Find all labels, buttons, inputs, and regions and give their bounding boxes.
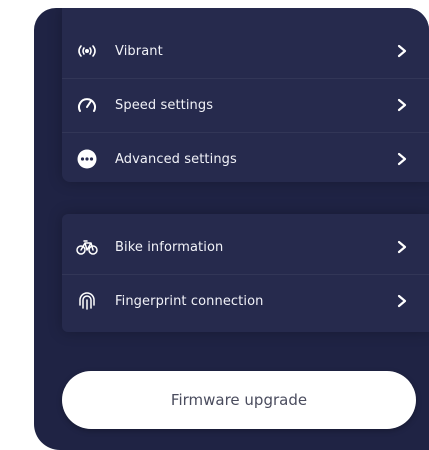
firmware-upgrade-button[interactable]: Firmware upgrade — [62, 371, 416, 429]
chevron-right-icon — [397, 44, 407, 58]
chevron-right-icon — [397, 98, 407, 112]
row-fingerprint-connection[interactable]: Fingerprint connection — [62, 274, 429, 328]
row-speed-settings[interactable]: Speed settings — [62, 78, 429, 132]
chevron-right-icon — [397, 294, 407, 308]
row-label-advanced-settings: Advanced settings — [115, 151, 237, 167]
firmware-upgrade-label: Firmware upgrade — [170, 391, 308, 409]
more-options-icon — [76, 148, 98, 170]
row-vibrant[interactable]: Vibrant — [62, 24, 429, 78]
speedometer-icon — [76, 94, 98, 116]
row-label-fingerprint-connection: Fingerprint connection — [115, 293, 264, 309]
fingerprint-icon — [76, 290, 98, 312]
chevron-right-icon — [397, 240, 407, 254]
row-label-vibrant: Vibrant — [115, 43, 163, 59]
settings-group-secondary: Bike information Fingerprint connection — [62, 214, 429, 332]
settings-panel: Vibrant Speed settings Advanced settings… — [34, 8, 429, 450]
vibration-icon — [76, 40, 98, 62]
row-advanced-settings[interactable]: Advanced settings — [62, 132, 429, 186]
row-bike-information[interactable]: Bike information — [62, 220, 429, 274]
chevron-right-icon — [397, 152, 407, 166]
settings-group-primary: Vibrant Speed settings Advanced settings — [62, 8, 429, 182]
row-label-speed-settings: Speed settings — [115, 97, 214, 113]
bike-icon — [76, 236, 98, 258]
row-label-bike-information: Bike information — [115, 239, 224, 255]
